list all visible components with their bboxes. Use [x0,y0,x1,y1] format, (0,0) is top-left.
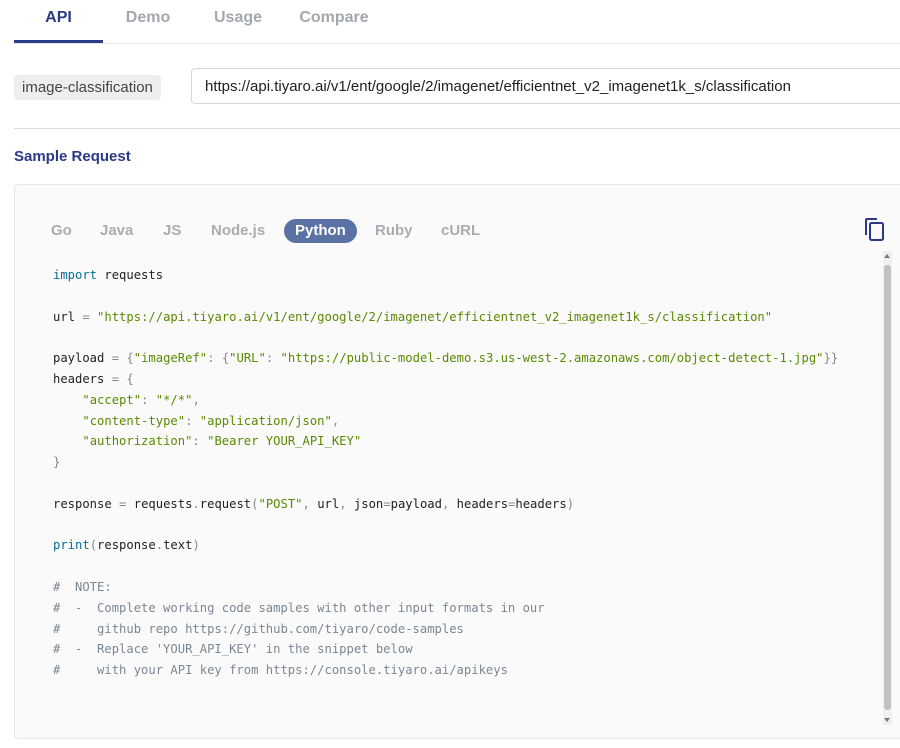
code-token: "URL" [229,351,266,366]
tab-compare[interactable]: Compare [293,0,375,42]
code-token: "*/*" [155,392,193,407]
code-token: "imageRef" [133,351,208,366]
code-token: "content-type" [82,413,186,428]
lang-tab-ruby[interactable]: Ruby [375,219,413,243]
code-token: payload [53,351,105,366]
code-token: headers [53,371,105,386]
code-token: requests [133,496,193,511]
scroll-up-icon[interactable] [884,254,890,258]
task-tag: image-classification [14,75,161,100]
lang-tab-java[interactable]: Java [100,219,133,243]
code-token: request [199,496,252,511]
tab-bar: API Demo Usage Compare [14,0,900,44]
copy-icon [865,218,884,241]
code-token: "POST" [258,496,303,511]
code-token: import [53,268,98,282]
code-token: url [53,309,76,324]
code-token: "https://public-model-demo.s3.us-west-2.… [280,351,824,366]
lang-tab-js[interactable]: JS [163,219,181,243]
code-comment: # NOTE: [53,579,112,594]
section-divider [14,128,900,129]
code-comment: # github repo https://github.com/tiyaro/… [53,621,464,636]
code-token: "authorization" [82,434,193,449]
code-token: "Bearer YOUR_API_KEY" [207,434,362,449]
lang-tab-go[interactable]: Go [51,219,72,243]
scroll-down-icon[interactable] [884,718,890,722]
lang-tab-nodejs[interactable]: Node.js [211,219,265,243]
copy-button[interactable] [863,217,885,243]
lang-tab-curl[interactable]: cURL [441,219,480,243]
code-token: "accept" [82,392,142,407]
code-token: response [53,496,112,511]
code-panel: Go Java JS Node.js Python Ruby cURL impo… [14,184,900,739]
code-token: print [53,538,90,553]
lang-tab-python[interactable]: Python [284,219,357,243]
code-block: import requests url = "https://api.tiyar… [53,268,839,678]
code-scrollbar[interactable] [883,251,892,725]
endpoint-url-field[interactable] [191,68,900,104]
code-comment: # with your API key from https://console… [53,663,508,678]
tab-demo[interactable]: Demo [116,0,180,42]
tab-api[interactable]: API [14,0,103,43]
scroll-thumb[interactable] [884,265,891,710]
code-token: text [163,538,193,553]
code-token: response [97,538,156,553]
tab-usage[interactable]: Usage [206,0,270,42]
sample-request-title: Sample Request [14,148,131,165]
code-comment: # - Complete working code samples with o… [53,600,545,615]
code-comment: # - Replace 'YOUR_API_KEY' in the snippe… [53,642,413,657]
code-token: "application/json" [199,413,332,428]
code-token: requests [104,268,164,282]
code-token: "https://api.tiyaro.ai/v1/ent/google/2/i… [97,309,773,324]
